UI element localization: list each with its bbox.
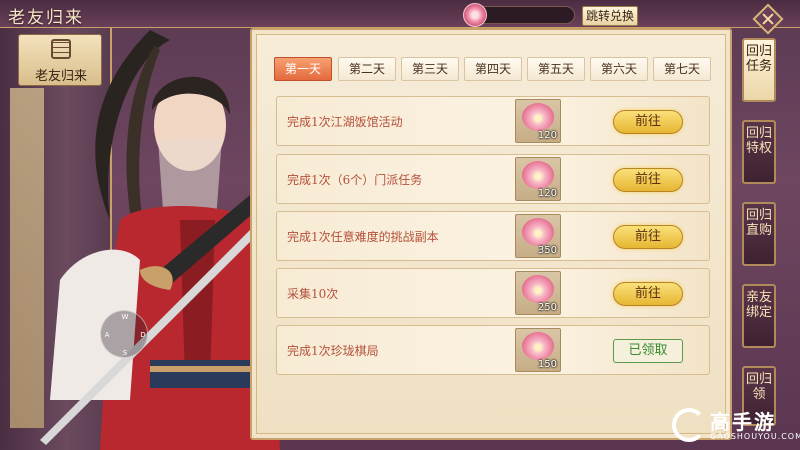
reward-count: 250 [537, 302, 557, 313]
tab-day-1[interactable]: 第一天 [274, 57, 332, 81]
watermark: 高手游 GAOSHOUYOU.COM [672, 404, 800, 448]
claimed-badge: 已领取 [613, 339, 683, 363]
reward-count: 350 [537, 245, 557, 256]
flower-reward-icon [522, 103, 554, 131]
task-row: 完成1次（6个）门派任务 120 前往 [276, 154, 710, 204]
flower-reward-icon [522, 161, 554, 189]
reward-count: 120 [537, 130, 557, 141]
reward-count: 120 [537, 188, 557, 199]
gaoshouyou-logo-icon [672, 408, 706, 442]
side-tab-return-privileges[interactable]: 回归特权 [742, 120, 776, 184]
task-row: 完成1次珍珑棋局 150 已领取 [276, 325, 710, 375]
flower-reward-icon [522, 275, 554, 303]
exchange-button[interactable]: 跳转兑换 [582, 6, 638, 26]
tab-day-3[interactable]: 第三天 [401, 57, 459, 81]
reward-slot[interactable]: 120 [515, 99, 561, 143]
task-description: 采集10次 [287, 287, 339, 301]
go-button[interactable]: 前往 [613, 282, 683, 306]
day-tabs: 第一天 第二天 第三天 第四天 第五天 第六天 第七天 [274, 57, 714, 81]
tab-day-4[interactable]: 第四天 [464, 57, 522, 81]
watermark-name: 高手游 [710, 410, 776, 434]
dpad-up: W [121, 313, 129, 321]
side-tab-friend-binding[interactable]: 亲友绑定 [742, 284, 776, 348]
tab-day-7[interactable]: 第七天 [653, 57, 711, 81]
reward-slot[interactable]: 120 [515, 157, 561, 201]
side-tab-return-purchase[interactable]: 回归直购 [742, 202, 776, 266]
task-row: 完成1次江湖饭馆活动 120 前往 [276, 96, 710, 146]
side-tab-return-tasks[interactable]: 回归任务 [742, 38, 776, 102]
task-description: 完成1次江湖饭馆活动 [287, 115, 403, 129]
rail-scroll-area [10, 88, 44, 428]
flower-reward-icon [522, 332, 554, 360]
task-description: 完成1次（6个）门派任务 [287, 173, 423, 187]
dpad-left: A [104, 331, 110, 339]
go-button[interactable]: 前往 [613, 225, 683, 249]
tab-day-2[interactable]: 第二天 [338, 57, 396, 81]
dpad-right: D [140, 331, 146, 339]
tab-day-6[interactable]: 第六天 [590, 57, 648, 81]
reward-slot[interactable]: 150 [515, 328, 561, 372]
reward-slot[interactable]: 350 [515, 214, 561, 258]
go-button[interactable]: 前往 [613, 110, 683, 134]
task-row: 采集10次 250 前往 [276, 268, 710, 318]
reward-count: 150 [537, 359, 557, 370]
movement-joystick[interactable]: W A D S [100, 310, 148, 358]
task-row: 完成1次任意难度的挑战副本 350 前往 [276, 211, 710, 261]
reward-slot[interactable]: 250 [515, 271, 561, 315]
tab-day-5[interactable]: 第五天 [527, 57, 585, 81]
character-portrait [40, 30, 280, 450]
watermark-domain: GAOSHOUYOU.COM [710, 432, 800, 441]
flower-reward-icon [522, 218, 554, 246]
flower-currency-icon [463, 3, 487, 27]
task-description: 完成1次任意难度的挑战副本 [287, 230, 439, 244]
go-button[interactable]: 前往 [613, 168, 683, 192]
dpad-down: S [122, 349, 128, 357]
currency-display [463, 3, 575, 27]
task-description: 完成1次珍珑棋局 [287, 344, 379, 358]
